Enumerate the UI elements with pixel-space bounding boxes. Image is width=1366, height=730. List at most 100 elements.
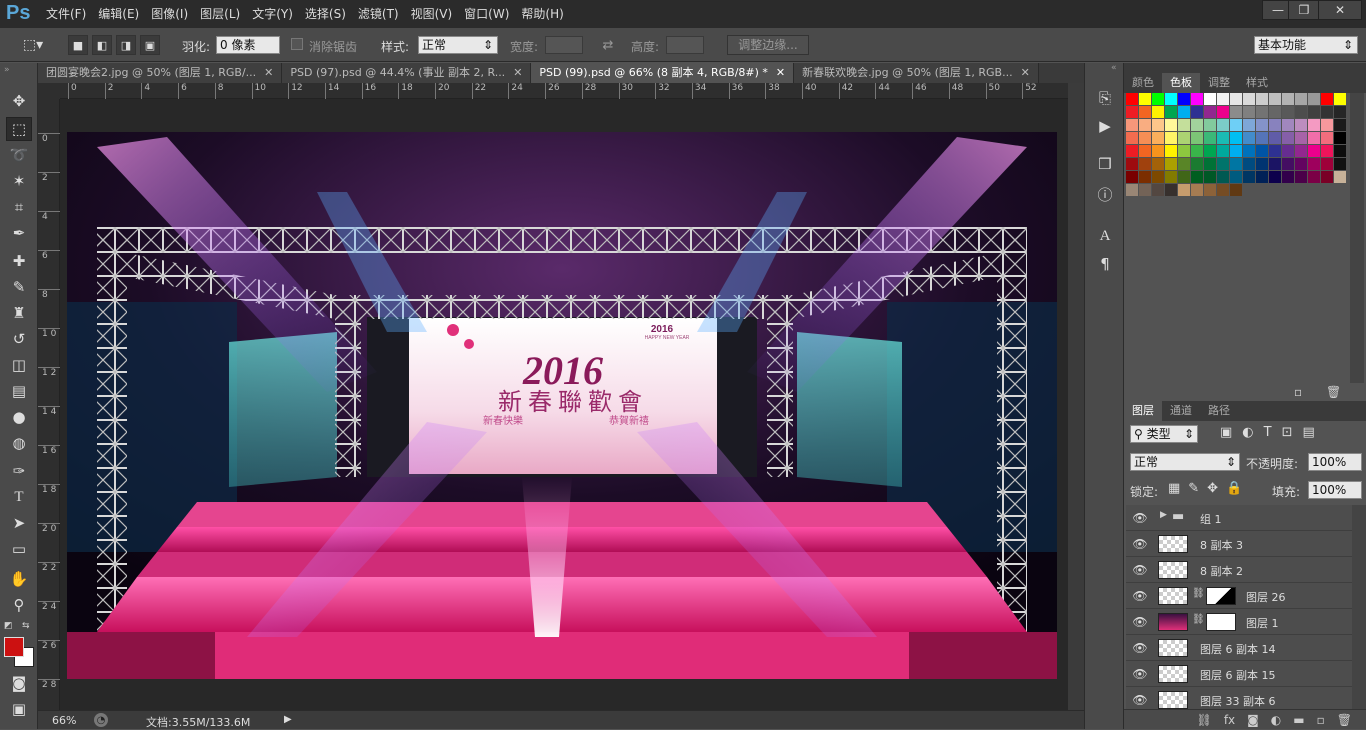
color-swatch[interactable] [1230,158,1242,170]
link-icon[interactable]: ⛓ [1192,614,1205,625]
color-swatch[interactable] [1165,145,1177,157]
horizontal-ruler[interactable]: 0 2 4 6 8 10 12 14 16 18 20 22 24 26 28 30 32 34 36 38 40 42 4… [60,83,1068,99]
crop-icon[interactable]: ⌗ [6,195,32,219]
color-swatch[interactable] [1204,132,1216,144]
foreground-color-swatch[interactable] [4,637,24,657]
color-swatch[interactable] [1308,106,1320,118]
layer-mask-thumbnail[interactable] [1206,587,1236,605]
color-swatch[interactable] [1204,158,1216,170]
tab-color[interactable]: 颜色 [1124,73,1162,93]
new-layer-icon[interactable]: ▫ [1317,713,1325,727]
width-input[interactable] [545,36,583,54]
workspace-select[interactable]: 基本功能 ⇕ [1254,36,1358,54]
color-swatch[interactable] [1256,93,1268,105]
color-swatch[interactable] [1191,119,1203,131]
color-swatch[interactable] [1321,93,1333,105]
color-swatch[interactable] [1217,145,1229,157]
eyedropper-icon[interactable]: ✒ [6,221,32,245]
character-icon[interactable]: A [1092,225,1118,247]
color-swatch[interactable] [1308,93,1320,105]
color-swatch[interactable] [1282,158,1294,170]
menu-select[interactable]: 选择(S) [299,0,352,28]
color-swatch[interactable] [1126,145,1138,157]
layer-row[interactable]: 👁 图层 6 副本 14 [1126,635,1352,661]
color-swatch[interactable] [1308,145,1320,157]
add-selection-icon[interactable]: ◧ [92,35,112,55]
color-swatch[interactable] [1126,106,1138,118]
new-selection-icon[interactable]: ■ [68,35,88,55]
color-swatch[interactable] [1269,145,1281,157]
menu-file[interactable]: 文件(F) [40,0,92,28]
color-swatch[interactable] [1243,119,1255,131]
color-swatch[interactable] [1321,132,1333,144]
close-icon[interactable]: ✕ [1021,66,1030,79]
rectangular-marquee-icon[interactable]: ⬚ [6,117,32,141]
color-swatch[interactable] [1178,145,1190,157]
menu-layer[interactable]: 图层(L) [194,0,246,28]
vertical-ruler[interactable]: 0 2 4 6 8 1 0 1 2 1 4 1 6 1 8 2 0 2 2 2 4 2 6 2 8 [38,99,60,710]
close-window-button[interactable]: ✕ [1318,0,1362,20]
gradient-icon[interactable]: ▤ [6,379,32,403]
expand-icon[interactable]: « [1111,63,1117,73]
color-swatch[interactable] [1165,119,1177,131]
color-swatch[interactable] [1139,145,1151,157]
actions-icon[interactable]: ▶ [1092,115,1118,137]
tab-document-active[interactable]: PSD (99).psd @ 66% (8 副本 4, RGB/8#) * ✕ [531,63,795,83]
info-icon[interactable]: ◔ [94,713,108,727]
swatch-scrollbar[interactable] [1350,93,1364,383]
link-layers-icon[interactable]: ⛓ [1197,713,1212,727]
tab-adjustments[interactable]: 调整 [1200,73,1238,93]
color-swatch[interactable] [1152,119,1164,131]
path-selection-icon[interactable]: ➤ [6,511,32,535]
color-swatch[interactable] [1282,106,1294,118]
color-swatch[interactable] [1139,119,1151,131]
color-swatch[interactable] [1230,145,1242,157]
color-swatch[interactable] [1256,145,1268,157]
color-swatch[interactable] [1139,158,1151,170]
eye-icon[interactable]: 👁 [1132,510,1148,526]
layer-row[interactable]: 👁 8 副本 3 [1126,531,1352,557]
color-swatch[interactable] [1204,184,1216,196]
close-icon[interactable]: ✕ [776,66,785,79]
tab-swatches[interactable]: 色板 [1162,73,1200,93]
color-swatch[interactable] [1139,106,1151,118]
color-swatch[interactable] [1217,184,1229,196]
menu-help[interactable]: 帮助(H) [515,0,569,28]
tab-channels[interactable]: 通道 [1162,401,1200,421]
menu-view[interactable]: 视图(V) [405,0,459,28]
color-swatch[interactable] [1334,171,1346,183]
color-swatch[interactable] [1165,158,1177,170]
quick-mask-icon[interactable]: ◙ [6,671,32,695]
color-swatch[interactable] [1204,106,1216,118]
color-swatch[interactable] [1178,158,1190,170]
marquee-preset-icon[interactable]: ⬚▾ [20,36,46,54]
tab-styles[interactable]: 样式 [1238,73,1276,93]
lasso-icon[interactable]: ➰ [6,143,32,167]
eye-icon[interactable]: 👁 [1132,614,1148,630]
blur-icon[interactable]: ● [6,405,32,429]
lock-icons[interactable]: ▦✎✥🔒 [1168,481,1250,496]
color-swatch[interactable] [1295,132,1307,144]
feather-input[interactable]: 0 像素 [216,36,280,54]
color-swatch[interactable] [1269,158,1281,170]
color-swatch[interactable] [1256,119,1268,131]
color-swatch[interactable] [1152,184,1164,196]
fx-icon[interactable]: fx [1224,713,1235,727]
zoom-level[interactable]: 66% [52,714,76,727]
color-swatch[interactable] [1334,119,1346,131]
intersect-selection-icon[interactable]: ▣ [140,35,160,55]
color-swatch[interactable] [1152,106,1164,118]
play-icon[interactable]: ▶ [284,714,292,725]
eye-icon[interactable]: 👁 [1132,536,1148,552]
layer-row[interactable]: 👁 ⛓ 图层 26 [1126,583,1352,609]
color-swatch[interactable] [1204,171,1216,183]
color-swatch[interactable] [1230,171,1242,183]
collapse-icon[interactable]: » [4,65,10,75]
color-swatch[interactable] [1295,119,1307,131]
shape-icon[interactable]: ▭ [6,537,32,561]
type-tool-icon[interactable]: T [6,485,32,509]
eraser-icon[interactable]: ◫ [6,353,32,377]
color-swatch[interactable] [1282,119,1294,131]
color-swatch[interactable] [1139,132,1151,144]
color-swatch[interactable] [1139,171,1151,183]
